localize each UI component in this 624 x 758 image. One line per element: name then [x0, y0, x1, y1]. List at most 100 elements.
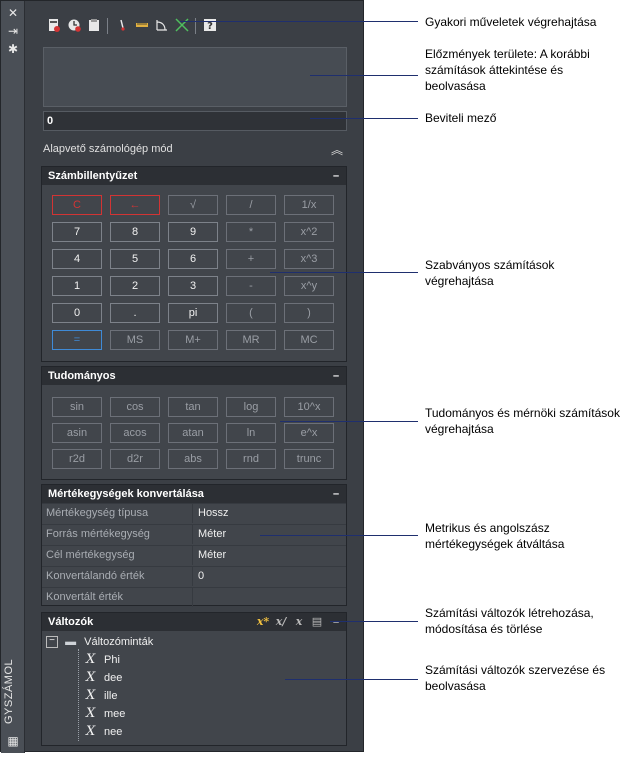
- unit-row[interactable]: Mértékegység típusa Hossz: [42, 503, 346, 524]
- variable-item[interactable]: Xmee: [86, 705, 125, 723]
- key-button[interactable]: -: [226, 276, 276, 296]
- function-button[interactable]: trunc: [284, 449, 334, 469]
- function-button[interactable]: 10^x: [284, 397, 334, 417]
- key-button[interactable]: 4: [52, 249, 102, 269]
- collapse-icon[interactable]: −: [46, 636, 58, 649]
- variables-title: Változók: [48, 616, 94, 628]
- function-button[interactable]: e^x: [284, 423, 334, 443]
- key-button[interactable]: x^2: [284, 222, 334, 242]
- key-button[interactable]: ): [284, 303, 334, 323]
- number-pad-title: Számbillentyűzet: [48, 170, 138, 182]
- key-button[interactable]: (: [226, 303, 276, 323]
- variable-item[interactable]: X Phi: [86, 651, 120, 669]
- unit-row-value[interactable]: Méter: [198, 525, 226, 544]
- input-field[interactable]: 0: [43, 111, 347, 131]
- unit-row-label: Konvertálandó érték: [46, 567, 193, 586]
- get-coordinates-icon[interactable]: [115, 18, 129, 32]
- function-button[interactable]: cos: [110, 397, 160, 417]
- units-title: Mértékegységek konvertálása: [48, 488, 204, 500]
- mode-label: Alapvető számológép mód: [43, 143, 173, 155]
- history-area[interactable]: [43, 47, 347, 107]
- function-button[interactable]: sin: [52, 397, 102, 417]
- chevron-up-icon[interactable]: ︽: [329, 142, 345, 158]
- unit-row-value[interactable]: Méter: [198, 546, 226, 565]
- variables-toolbar: x* x/ x ▤: [256, 615, 326, 629]
- function-button[interactable]: acos: [110, 423, 160, 443]
- collapse-icon[interactable]: –: [331, 613, 341, 631]
- collapse-icon[interactable]: –: [331, 367, 341, 385]
- calculator-icon[interactable]: ▤: [310, 615, 324, 629]
- key-button[interactable]: √: [168, 195, 218, 215]
- callout-text: Beviteli mező: [425, 111, 497, 125]
- key-button[interactable]: pi: [168, 303, 218, 323]
- variable-icon: X: [86, 652, 96, 667]
- key-button[interactable]: MR: [226, 330, 276, 350]
- unit-row-value[interactable]: Hossz: [198, 504, 229, 523]
- key-button[interactable]: /: [226, 195, 276, 215]
- delete-variable-icon[interactable]: x: [292, 615, 306, 629]
- variable-item[interactable]: Xille: [86, 687, 117, 705]
- key-button[interactable]: MS: [110, 330, 160, 350]
- paste-icon[interactable]: [87, 18, 101, 32]
- key-button[interactable]: 8: [110, 222, 160, 242]
- key-button[interactable]: x^3: [284, 249, 334, 269]
- properties-icon[interactable]: ✱: [6, 43, 20, 55]
- tree-group[interactable]: − ▬ Változóminták: [46, 633, 153, 651]
- key-button[interactable]: M+: [168, 330, 218, 350]
- key-button[interactable]: C: [52, 195, 102, 215]
- function-button[interactable]: r2d: [52, 449, 102, 469]
- unit-row[interactable]: Konvertált érték: [42, 587, 346, 608]
- callout-leader: [280, 421, 418, 422]
- function-button[interactable]: asin: [52, 423, 102, 443]
- unit-row[interactable]: Cél mértékegység Méter: [42, 545, 346, 566]
- clear-icon[interactable]: [47, 18, 61, 32]
- new-variable-icon[interactable]: x*: [256, 615, 270, 629]
- key-button[interactable]: 2: [110, 276, 160, 296]
- key-button[interactable]: ←: [110, 195, 160, 215]
- function-button[interactable]: rnd: [226, 449, 276, 469]
- function-button[interactable]: d2r: [110, 449, 160, 469]
- unit-row-value[interactable]: 0: [198, 567, 204, 586]
- key-button[interactable]: MC: [284, 330, 334, 350]
- function-button[interactable]: ln: [226, 423, 276, 443]
- distance-icon[interactable]: [135, 18, 149, 32]
- key-button[interactable]: 1: [52, 276, 102, 296]
- key-button[interactable]: =: [52, 330, 102, 350]
- edit-variable-icon[interactable]: x/: [274, 615, 288, 629]
- key-button[interactable]: x^y: [284, 276, 334, 296]
- variable-label: ille: [104, 690, 118, 702]
- key-button[interactable]: 6: [168, 249, 218, 269]
- collapse-icon[interactable]: –: [331, 167, 341, 185]
- function-button[interactable]: atan: [168, 423, 218, 443]
- unit-row[interactable]: Konvertálandó érték 0: [42, 566, 346, 587]
- unit-row-label: Konvertált érték: [46, 588, 193, 607]
- function-button[interactable]: abs: [168, 449, 218, 469]
- angle-icon[interactable]: [155, 18, 169, 32]
- variable-item[interactable]: Xdee: [86, 669, 122, 687]
- variables-header[interactable]: Változók x* x/ x ▤ –: [42, 613, 346, 631]
- function-button[interactable]: tan: [168, 397, 218, 417]
- variable-item[interactable]: Xnee: [86, 723, 122, 741]
- key-button[interactable]: 3: [168, 276, 218, 296]
- autohide-icon[interactable]: ⇥: [6, 25, 20, 37]
- key-button[interactable]: .: [110, 303, 160, 323]
- key-button[interactable]: 5: [110, 249, 160, 269]
- variable-icon: X: [86, 706, 96, 721]
- key-button[interactable]: 1/x: [284, 195, 334, 215]
- variable-icon: X: [86, 724, 96, 739]
- function-button[interactable]: log: [226, 397, 276, 417]
- number-pad-header[interactable]: Számbillentyűzet –: [42, 167, 346, 185]
- history-clear-icon[interactable]: [67, 18, 81, 32]
- svg-text:?: ?: [207, 21, 213, 32]
- callout-text: Gyakori műveletek végrehajtása: [425, 15, 597, 29]
- scientific-header[interactable]: Tudományos –: [42, 367, 346, 385]
- callout-leader: [330, 621, 418, 622]
- collapse-icon[interactable]: –: [331, 485, 341, 503]
- key-button[interactable]: 7: [52, 222, 102, 242]
- key-button[interactable]: 9: [168, 222, 218, 242]
- units-header[interactable]: Mértékegységek konvertálása –: [42, 485, 346, 503]
- key-button[interactable]: *: [226, 222, 276, 242]
- key-button[interactable]: 0: [52, 303, 102, 323]
- close-icon[interactable]: ✕: [6, 7, 20, 19]
- key-button[interactable]: +: [226, 249, 276, 269]
